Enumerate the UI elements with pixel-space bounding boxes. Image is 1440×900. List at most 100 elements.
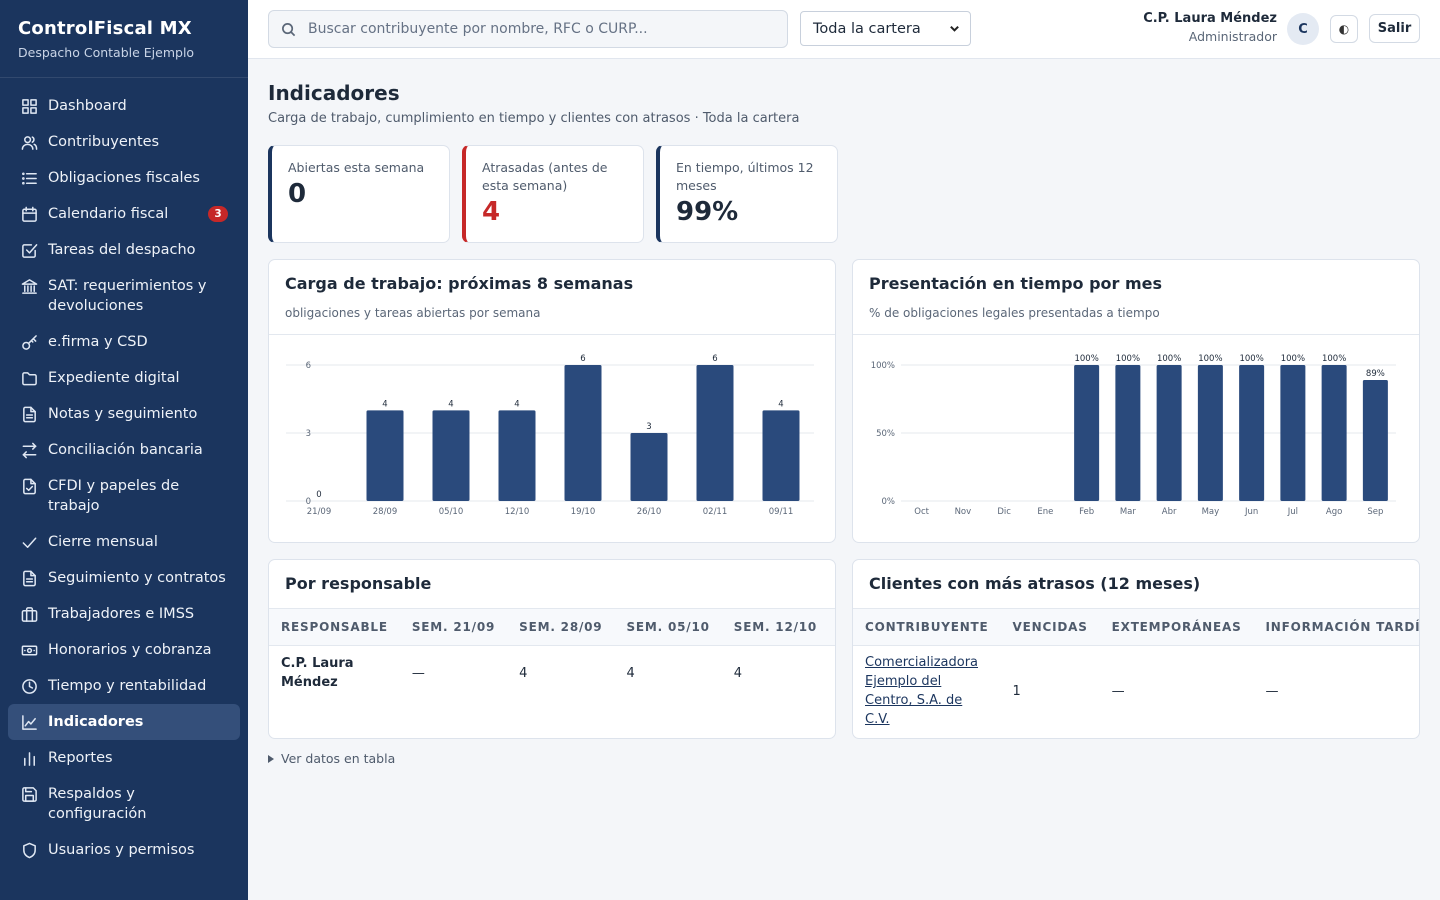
sidebar-item-contribuyentes[interactable]: Contribuyentes	[8, 124, 240, 160]
sidebar-item-label: Obligaciones fiscales	[48, 170, 200, 186]
sidebar-item-label: Dashboard	[48, 98, 127, 114]
sidebar-item-notas-y-seguimiento[interactable]: Notas y seguimiento	[8, 396, 240, 432]
x-tick-label: 12/10	[505, 507, 530, 517]
page-subtitle: Carga de trabajo, cumplimiento en tiempo…	[268, 111, 800, 126]
avatar[interactable]: C	[1287, 13, 1319, 45]
y-tick-label: 6	[306, 361, 311, 371]
bar	[1156, 365, 1182, 501]
x-tick-label: Nov	[955, 507, 972, 517]
checkbox-icon	[20, 240, 38, 260]
bar	[1280, 365, 1306, 501]
bar	[696, 365, 734, 501]
x-tick-label: 19/10	[571, 507, 596, 517]
sidebar-item-conciliacion-bancaria[interactable]: Conciliación bancaria	[8, 432, 240, 468]
column-header: Sem. 05/10	[614, 609, 722, 646]
kpi-on-time: En tiempo, últimos 12 meses 99%	[656, 145, 838, 243]
late-clients-card: Clientes con más atrasos (12 meses) Cont…	[852, 559, 1420, 739]
bar	[1362, 379, 1388, 501]
data-label: 100%	[1157, 354, 1181, 364]
sidebar-item-sat-requerimientos-y-devoluciones[interactable]: SAT: requerimientos y devoluciones	[8, 268, 240, 324]
sidebar-item-honorarios-y-cobranza[interactable]: Honorarios y cobranza	[8, 632, 240, 668]
x-tick-label: May	[1202, 507, 1220, 517]
kpi-value: 0	[288, 179, 307, 209]
x-tick-label: Sep	[1367, 507, 1383, 517]
kpi-value: 99%	[676, 197, 739, 227]
y-tick-label: 50%	[876, 429, 895, 439]
sidebar-item-calendario-fiscal[interactable]: Calendario fiscal 3	[8, 196, 240, 232]
sidebar-item-cfdi-y-papeles-de-trabajo[interactable]: CFDI y papeles de trabajo	[8, 468, 240, 524]
data-label: 100%	[1239, 354, 1263, 364]
table-cell: Comercializadora Ejemplo del Centro, S.A…	[853, 645, 1001, 737]
sidebar-item-usuarios-y-permisos[interactable]: Usuarios y permisos	[8, 832, 240, 868]
data-label: 100%	[1198, 354, 1222, 364]
y-tick-label: 0	[306, 497, 311, 507]
bar	[498, 410, 536, 501]
responsible-table: Responsable Sem. 21/09 Sem. 28/09 Sem. 0…	[269, 609, 835, 701]
sidebar-item-obligaciones-fiscales[interactable]: Obligaciones fiscales	[8, 160, 240, 196]
check-icon	[20, 532, 38, 552]
logout-button[interactable]: Salir	[1369, 14, 1420, 43]
sidebar-item-e-firma-y-csd[interactable]: e.firma y CSD	[8, 324, 240, 360]
clock-icon	[20, 676, 38, 696]
x-tick-label: Oct	[914, 507, 929, 517]
user-info: C.P. Laura Méndez Administrador	[1143, 11, 1277, 44]
x-tick-label: 28/09	[373, 507, 398, 517]
sidebar-item-seguimiento-y-contratos[interactable]: Seguimiento y contratos	[8, 560, 240, 596]
theme-toggle-button[interactable]: ◐	[1330, 15, 1358, 43]
card-header: Clientes con más atrasos (12 meses)	[853, 560, 1419, 609]
sidebar-item-label: Trabajadores e IMSS	[48, 606, 195, 622]
sidebar-item-indicadores[interactable]: Indicadores	[8, 704, 240, 740]
bank-icon	[20, 276, 38, 296]
x-tick-label: Dic	[997, 507, 1011, 517]
card-header: Por responsable	[269, 560, 835, 609]
sidebar-item-dashboard[interactable]: Dashboard	[8, 88, 240, 124]
y-tick-label: 3	[306, 429, 311, 439]
card-header: Carga de trabajo: próximas 8 semanas obl…	[269, 260, 835, 335]
sidebar-item-tiempo-y-rentabilidad[interactable]: Tiempo y rentabilidad	[8, 668, 240, 704]
column-header: Responsable	[269, 609, 400, 646]
search-input[interactable]	[308, 21, 778, 37]
sidebar-item-label: e.firma y CSD	[48, 334, 148, 350]
topbar: Toda la cartera C.P. Laura Méndez Admini…	[248, 0, 1440, 59]
card-header: Presentación en tiempo por mes % de obli…	[853, 260, 1419, 335]
sidebar-item-label: Conciliación bancaria	[48, 442, 203, 458]
x-tick-label: 09/11	[769, 507, 794, 517]
column-header: Sem. 28/09	[507, 609, 615, 646]
bar	[366, 410, 404, 501]
sidebar-item-expediente-digital[interactable]: Expediente digital	[8, 360, 240, 396]
view-data-table-toggle[interactable]: Ver datos en tabla	[268, 751, 395, 766]
file-check-icon	[20, 476, 38, 496]
sidebar-item-cierre-mensual[interactable]: Cierre mensual	[8, 524, 240, 560]
sidebar-item-label: Tareas del despacho	[48, 242, 196, 258]
sidebar-item-trabajadores-e-imss[interactable]: Trabajadores e IMSS	[8, 596, 240, 632]
x-tick-label: Jul	[1287, 507, 1298, 517]
search-box[interactable]	[268, 10, 788, 48]
kpi-label: Abiertas esta semana	[288, 160, 425, 175]
sidebar-item-reportes[interactable]: Reportes	[8, 740, 240, 776]
sidebar-item-respaldos-y-configuracion[interactable]: Respaldos y configuración	[8, 776, 240, 832]
kpi-value: 4	[482, 197, 501, 227]
column-header: Ve	[829, 609, 835, 646]
firm-name: Despacho Contable Ejemplo	[18, 45, 195, 60]
column-header: Extemporáneas	[1099, 609, 1254, 646]
data-label: 3	[646, 422, 651, 432]
portfolio-scope-select[interactable]: Toda la cartera	[800, 11, 971, 46]
sidebar-item-label: Expediente digital	[48, 370, 180, 386]
table-cell: 2	[829, 645, 835, 701]
workload-chart: 036021/09428/09405/10412/10619/10326/106…	[286, 354, 814, 517]
responsible-name: C.P. Laura Méndez	[281, 656, 354, 691]
x-tick-label: Feb	[1079, 507, 1094, 517]
folder-icon	[20, 368, 38, 388]
card-title: Por responsable	[285, 574, 432, 593]
sidebar-item-tareas-del-despacho[interactable]: Tareas del despacho	[8, 232, 240, 268]
card-subtitle: % de obligaciones legales presentadas a …	[869, 306, 1160, 320]
client-link[interactable]: Comercializadora Ejemplo del Centro, S.A…	[865, 653, 981, 729]
cash-icon	[20, 640, 38, 660]
bar	[432, 410, 470, 501]
kpi-label: En tiempo, últimos 12 meses	[676, 160, 814, 193]
sidebar-item-label: Cierre mensual	[48, 534, 158, 550]
table-header-row: Responsable Sem. 21/09 Sem. 28/09 Sem. 0…	[269, 609, 835, 646]
column-header: Sem. 21/09	[399, 609, 508, 646]
data-label: 4	[514, 399, 519, 409]
sidebar: ControlFiscal MX Despacho Contable Ejemp…	[0, 0, 248, 900]
